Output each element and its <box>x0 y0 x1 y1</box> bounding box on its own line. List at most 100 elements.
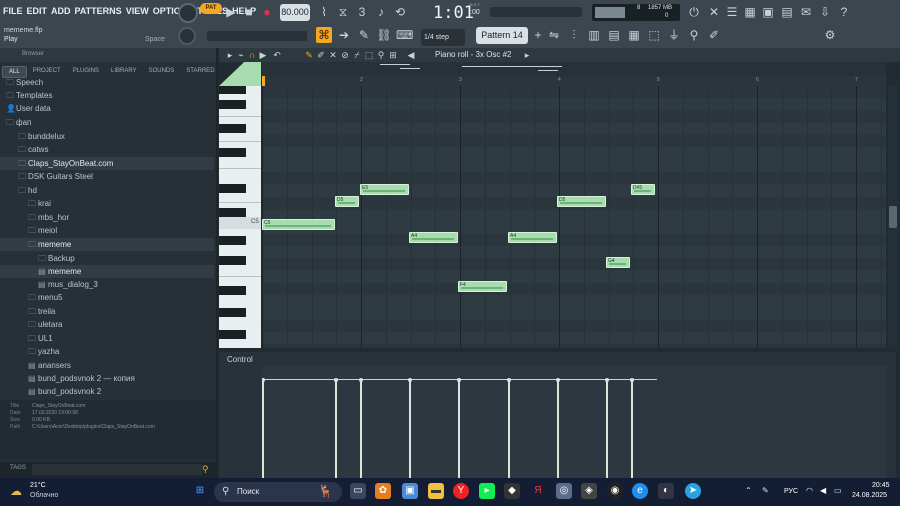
language-indicator[interactable]: РУС <box>784 488 798 495</box>
plug-icon[interactable]: ⏚ <box>666 27 682 43</box>
velocity-handle[interactable] <box>334 378 338 382</box>
battery-icon[interactable]: ▭ <box>834 486 842 495</box>
note[interactable]: A4 <box>409 232 458 243</box>
undo-icon[interactable]: ↶ <box>269 47 285 63</box>
tempo-display[interactable]: 80.000 <box>280 4 310 21</box>
black-key[interactable] <box>219 184 246 193</box>
pen-icon[interactable]: ✎ <box>762 486 769 495</box>
play-icon[interactable]: ▶ <box>223 4 239 20</box>
browser-item[interactable]: ▤ mememe <box>0 265 214 279</box>
yandex-icon[interactable]: Я <box>530 483 546 499</box>
stop-icon[interactable]: ■ <box>241 4 257 20</box>
browser-item[interactable]: 🗀 Claps_StayOnBeat.com <box>0 157 214 171</box>
browser-item[interactable]: ▤ bund_podsvnok 2 <box>0 385 214 398</box>
weather-desc[interactable]: Облачно <box>30 492 58 499</box>
snap-icon[interactable]: ⌘ <box>316 27 332 43</box>
browser-item[interactable]: 🗀 hd <box>0 184 214 197</box>
playback-tool-icon[interactable]: ⊞ <box>385 47 401 63</box>
record-icon[interactable]: ● <box>259 4 275 20</box>
playlist-icon[interactable]: ✕ <box>706 4 722 20</box>
velocity-handle[interactable] <box>359 378 363 382</box>
velocity-handle[interactable] <box>630 378 634 382</box>
velocity-bar[interactable] <box>262 380 264 478</box>
velocity-handle[interactable] <box>262 378 265 382</box>
black-key[interactable] <box>219 236 246 245</box>
browser-item[interactable]: 🗀 фап <box>0 116 214 129</box>
velocity-handle[interactable] <box>408 378 412 382</box>
help-icon[interactable]: ? <box>836 4 852 20</box>
online-icon[interactable]: ⏻ <box>686 4 702 20</box>
browser-item[interactable]: 🗀 DSK Guitars Steel <box>0 170 214 183</box>
taskbar-search[interactable]: ⚲ Поиск 🦌 <box>214 482 342 502</box>
app-icon-1[interactable]: ▸ <box>479 483 495 499</box>
clock-time[interactable]: 20:45 <box>872 482 890 489</box>
chevron-up-icon[interactable]: ⌃ <box>745 486 752 495</box>
vertical-scrollbar[interactable] <box>888 86 898 348</box>
browser-item[interactable]: 🗀 UL1 <box>0 332 214 345</box>
photos-icon[interactable]: ▣ <box>402 483 418 499</box>
menu-file[interactable]: FILE <box>3 6 23 16</box>
windows-start-icon[interactable]: ⊞ <box>192 483 208 499</box>
velocity-bar[interactable] <box>606 380 608 478</box>
step-edit-icon[interactable]: ♪ <box>373 4 389 20</box>
black-key[interactable] <box>219 208 246 217</box>
song-position-time[interactable]: 1:01 <box>433 3 474 23</box>
yandex-browser-icon[interactable]: Y <box>453 483 469 499</box>
black-key[interactable] <box>219 308 246 317</box>
note[interactable]: E5 <box>360 184 409 195</box>
browser-item[interactable]: 🗀 uletara <box>0 318 214 331</box>
note[interactable]: F4 <box>458 281 507 292</box>
note[interactable]: G4 <box>606 257 630 268</box>
menu-patterns[interactable]: PATTERNS <box>75 6 122 16</box>
velocity-bar[interactable] <box>360 380 362 478</box>
snap-selector[interactable]: 1/4 step <box>421 29 465 46</box>
velocity-bar[interactable] <box>335 380 337 478</box>
browser-item[interactable]: 🗀 catws <box>0 143 214 156</box>
pat-song-toggle[interactable]: PAT <box>200 3 222 14</box>
velocity-handle[interactable] <box>556 378 560 382</box>
tempo-tap-icon[interactable]: ⚲ <box>686 27 702 43</box>
velocity-lane[interactable] <box>262 366 886 478</box>
countdown-icon[interactable]: 3 <box>354 4 370 20</box>
piano-keyboard[interactable]: C5 <box>219 86 261 348</box>
note-grid[interactable]: C5 D5 E5 A4 F4 A4 D5 G4 D#5 <box>262 86 886 348</box>
timeline-ruler[interactable]: 2 3 4 5 6 7 <box>262 76 886 86</box>
note[interactable]: D#5 <box>631 184 655 195</box>
save-icon[interactable]: ▣ <box>760 4 776 20</box>
mixer-view-icon[interactable]: ⫶ <box>566 27 582 43</box>
loop-record-icon[interactable]: ⟲ <box>392 4 408 20</box>
browser-item[interactable]: 🗀 mbs_hor <box>0 211 214 224</box>
browser-item[interactable]: ▤ bund_podsvnok 2 — копия <box>0 372 214 385</box>
control-label[interactable]: Control <box>227 355 253 364</box>
arrange-icon[interactable]: ⇋ <box>546 27 562 43</box>
wifi-icon[interactable]: ◠ <box>806 486 813 495</box>
mixer-icon[interactable]: ☰ <box>724 4 740 20</box>
typing-keyboard-icon[interactable]: ⌨ <box>396 27 413 43</box>
chat-icon[interactable]: ✉ <box>798 4 814 20</box>
note[interactable]: D5 <box>335 196 359 207</box>
black-key[interactable] <box>219 148 246 157</box>
velocity-handle[interactable] <box>457 378 461 382</box>
key-c5[interactable]: C5 <box>219 217 261 229</box>
app-icon-4[interactable]: ◈ <box>581 483 597 499</box>
edge-icon[interactable]: e <box>632 483 648 499</box>
black-key[interactable] <box>219 256 246 265</box>
playhead-marker[interactable] <box>262 76 265 86</box>
piano-roll-icon[interactable]: ▤ <box>779 4 795 20</box>
browser-item[interactable]: ▤ mus_dialog_3 <box>0 278 214 291</box>
browser-item[interactable]: 🗀 yazha <box>0 345 214 358</box>
add-pattern-icon[interactable]: + <box>530 27 546 43</box>
black-key[interactable] <box>219 330 246 339</box>
menu-add[interactable]: ADD <box>51 6 71 16</box>
app-icon-5[interactable]: ◉ <box>607 483 623 499</box>
scrollbar-thumb[interactable] <box>889 206 897 228</box>
velocity-bar[interactable] <box>409 380 411 478</box>
browser-item[interactable]: 🗀 menu5 <box>0 291 214 304</box>
arrow-right-icon[interactable]: ➔ <box>336 27 352 43</box>
browser-item[interactable]: 🗀 Templates <box>0 89 214 102</box>
black-key[interactable] <box>219 100 246 109</box>
browser-item[interactable]: 🗀 mememe <box>0 238 214 252</box>
channel-view-icon[interactable]: ▥ <box>586 27 602 43</box>
brush-icon[interactable]: ✐ <box>706 27 722 43</box>
tags-input[interactable] <box>32 464 202 475</box>
